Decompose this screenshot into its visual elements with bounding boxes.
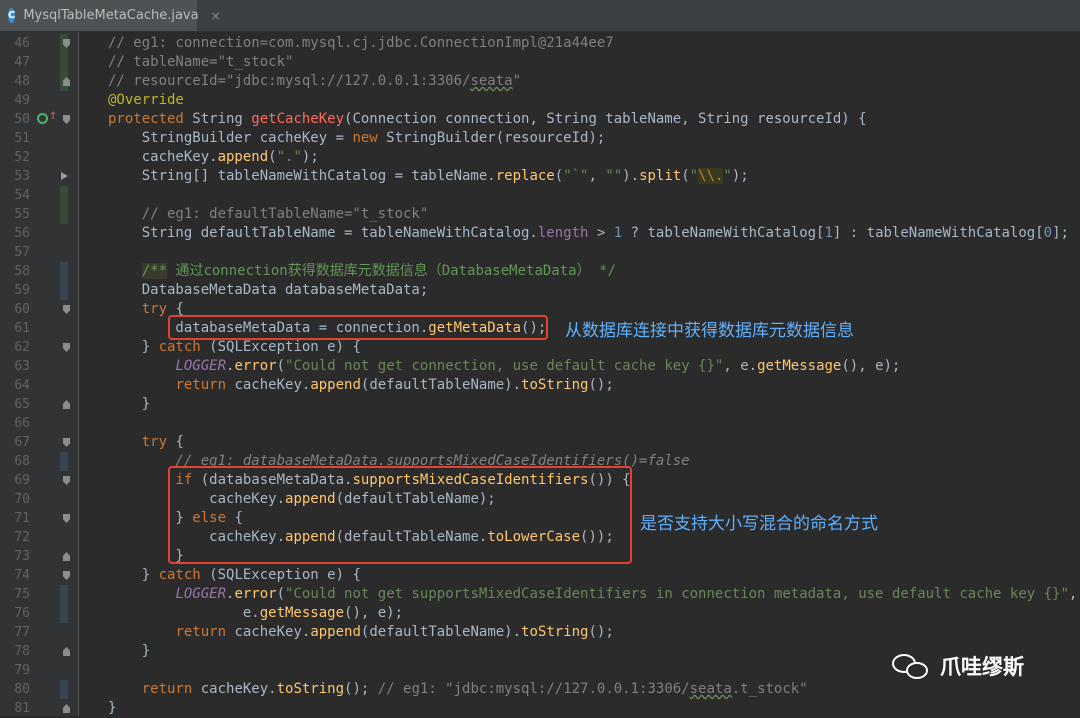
watermark-text: 爪哇缪斯 (940, 655, 1024, 679)
fold-icon[interactable] (63, 552, 70, 561)
line-number: 76 (14, 606, 30, 621)
code-line-66: 66 (0, 414, 1080, 433)
code-line-77: 77 return cacheKey.append(defaultTableNa… (0, 623, 1080, 642)
annotation-mixed-case: 是否支持大小写混合的命名方式 (640, 514, 878, 534)
vcs-modified-marker (60, 585, 68, 604)
fold-icon[interactable] (63, 438, 70, 447)
code-line-64: 64 return cacheKey.append(defaultTableNa… (0, 376, 1080, 395)
code-line-52: 52 cacheKey.append("."); (0, 148, 1080, 167)
annotation-get-metadata: 从数据库连接中获得数据库元数据信息 (565, 321, 854, 341)
vcs-modified-marker (60, 281, 68, 300)
line-number: 50 (14, 112, 30, 127)
override-icon[interactable] (37, 113, 48, 124)
fold-icon[interactable] (63, 115, 70, 124)
tab-mysql-table-meta-cache[interactable]: C MysqlTableMetaCache.java × (0, 0, 221, 31)
code-line-58: 58 /** 通过connection获得数据库元数据信息（DatabaseMe… (0, 262, 1080, 281)
line-number: 73 (14, 549, 30, 564)
line-number: 54 (14, 188, 30, 203)
vcs-modified-marker (60, 604, 68, 623)
code-line-63: 63 LOGGER.error("Could not get connectio… (0, 357, 1080, 376)
arrow-up-icon: ↑ (49, 111, 58, 122)
line-number: 51 (14, 131, 30, 146)
fold-icon[interactable] (63, 400, 70, 409)
code-line-53: 53 String[] tableNameWithCatalog = table… (0, 167, 1080, 186)
line-number: 78 (14, 644, 30, 659)
run-marker-icon[interactable] (61, 172, 68, 180)
code-editor[interactable]: 46// eg1: connection=com.mysql.cj.jdbc.C… (0, 32, 1080, 716)
code-line-47: 47// tableName="t_stock" (0, 53, 1080, 72)
line-number: 62 (14, 340, 30, 355)
code-line-62: 62 } catch (SQLException e) { (0, 338, 1080, 357)
line-number: 64 (14, 378, 30, 393)
code-line-65: 65 } (0, 395, 1080, 414)
code-line-75: 75 LOGGER.error("Could not get supportsM… (0, 585, 1080, 604)
vcs-added-marker (60, 53, 68, 72)
line-number: 46 (14, 36, 30, 51)
line-number: 60 (14, 302, 30, 317)
java-class-icon: C (8, 8, 16, 23)
line-number: 47 (14, 55, 30, 70)
line-number: 65 (14, 397, 30, 412)
fold-icon[interactable] (63, 343, 70, 352)
vcs-modified-marker (60, 680, 68, 699)
line-number: 71 (14, 511, 30, 526)
vcs-modified-marker (60, 452, 68, 471)
line-number: 63 (14, 359, 30, 374)
line-number: 66 (14, 416, 30, 431)
code-line-74: 74 } catch (SQLException e) { (0, 566, 1080, 585)
line-number: 49 (14, 93, 30, 108)
code-line-80: 80 return cacheKey.toString(); // eg1: "… (0, 680, 1080, 699)
highlight-box-get-metadata (168, 315, 548, 340)
line-number: 75 (14, 587, 30, 602)
line-number: 74 (14, 568, 30, 583)
code-line-59: 59 DatabaseMetaData databaseMetaData; (0, 281, 1080, 300)
wechat-icon (892, 652, 932, 680)
code-line-54: 54 (0, 186, 1080, 205)
code-line-46: 46// eg1: connection=com.mysql.cj.jdbc.C… (0, 34, 1080, 53)
line-number: 67 (14, 435, 30, 450)
code-line-55: 55 // eg1: defaultTableName="t_stock" (0, 205, 1080, 224)
code-line-48: 48// resourceId="jdbc:mysql://127.0.0.1:… (0, 72, 1080, 91)
code-line-56: 56 String defaultTableName = tableNameWi… (0, 224, 1080, 243)
line-number: 52 (14, 150, 30, 165)
line-number: 55 (14, 207, 30, 222)
code-line-67: 67 try { (0, 433, 1080, 452)
code-line-76: 76 e.getMessage(), e); (0, 604, 1080, 623)
code-line-49: 49 @Override (0, 91, 1080, 110)
line-number: 79 (14, 663, 30, 678)
editor-tab-bar: C MysqlTableMetaCache.java × (0, 0, 1080, 32)
line-number: 68 (14, 454, 30, 469)
fold-icon[interactable] (63, 704, 70, 713)
line-number: 72 (14, 530, 30, 545)
vcs-added-marker (60, 186, 68, 205)
line-number: 80 (14, 682, 30, 697)
fold-icon[interactable] (63, 305, 70, 314)
watermark: 爪哇缪斯 (892, 651, 1024, 681)
close-icon[interactable]: × (211, 9, 221, 23)
code-line-51: 51 StringBuilder cacheKey = new StringBu… (0, 129, 1080, 148)
code-line-50: 50 ↑ protected String getCacheKey(Connecti… (0, 110, 1080, 129)
line-number: 81 (14, 701, 30, 716)
line-number: 59 (14, 283, 30, 298)
line-number: 56 (14, 226, 30, 241)
line-number: 70 (14, 492, 30, 507)
fold-icon[interactable] (63, 647, 70, 656)
line-number: 69 (14, 473, 30, 488)
vcs-added-marker (60, 205, 68, 224)
tab-title: MysqlTableMetaCache.java (23, 8, 199, 23)
fold-icon[interactable] (63, 571, 70, 580)
fold-icon[interactable] (63, 476, 70, 485)
line-number: 53 (14, 169, 30, 184)
vcs-modified-marker (60, 262, 68, 281)
line-number: 58 (14, 264, 30, 279)
fold-icon[interactable] (63, 514, 70, 523)
code-line-57: 57 (0, 243, 1080, 262)
code-line-81: 81} (0, 699, 1080, 718)
line-number: 48 (14, 74, 30, 89)
line-number: 77 (14, 625, 30, 640)
line-number: 61 (14, 321, 30, 336)
highlight-box-mixed-case (168, 466, 632, 564)
line-number: 57 (14, 245, 30, 260)
